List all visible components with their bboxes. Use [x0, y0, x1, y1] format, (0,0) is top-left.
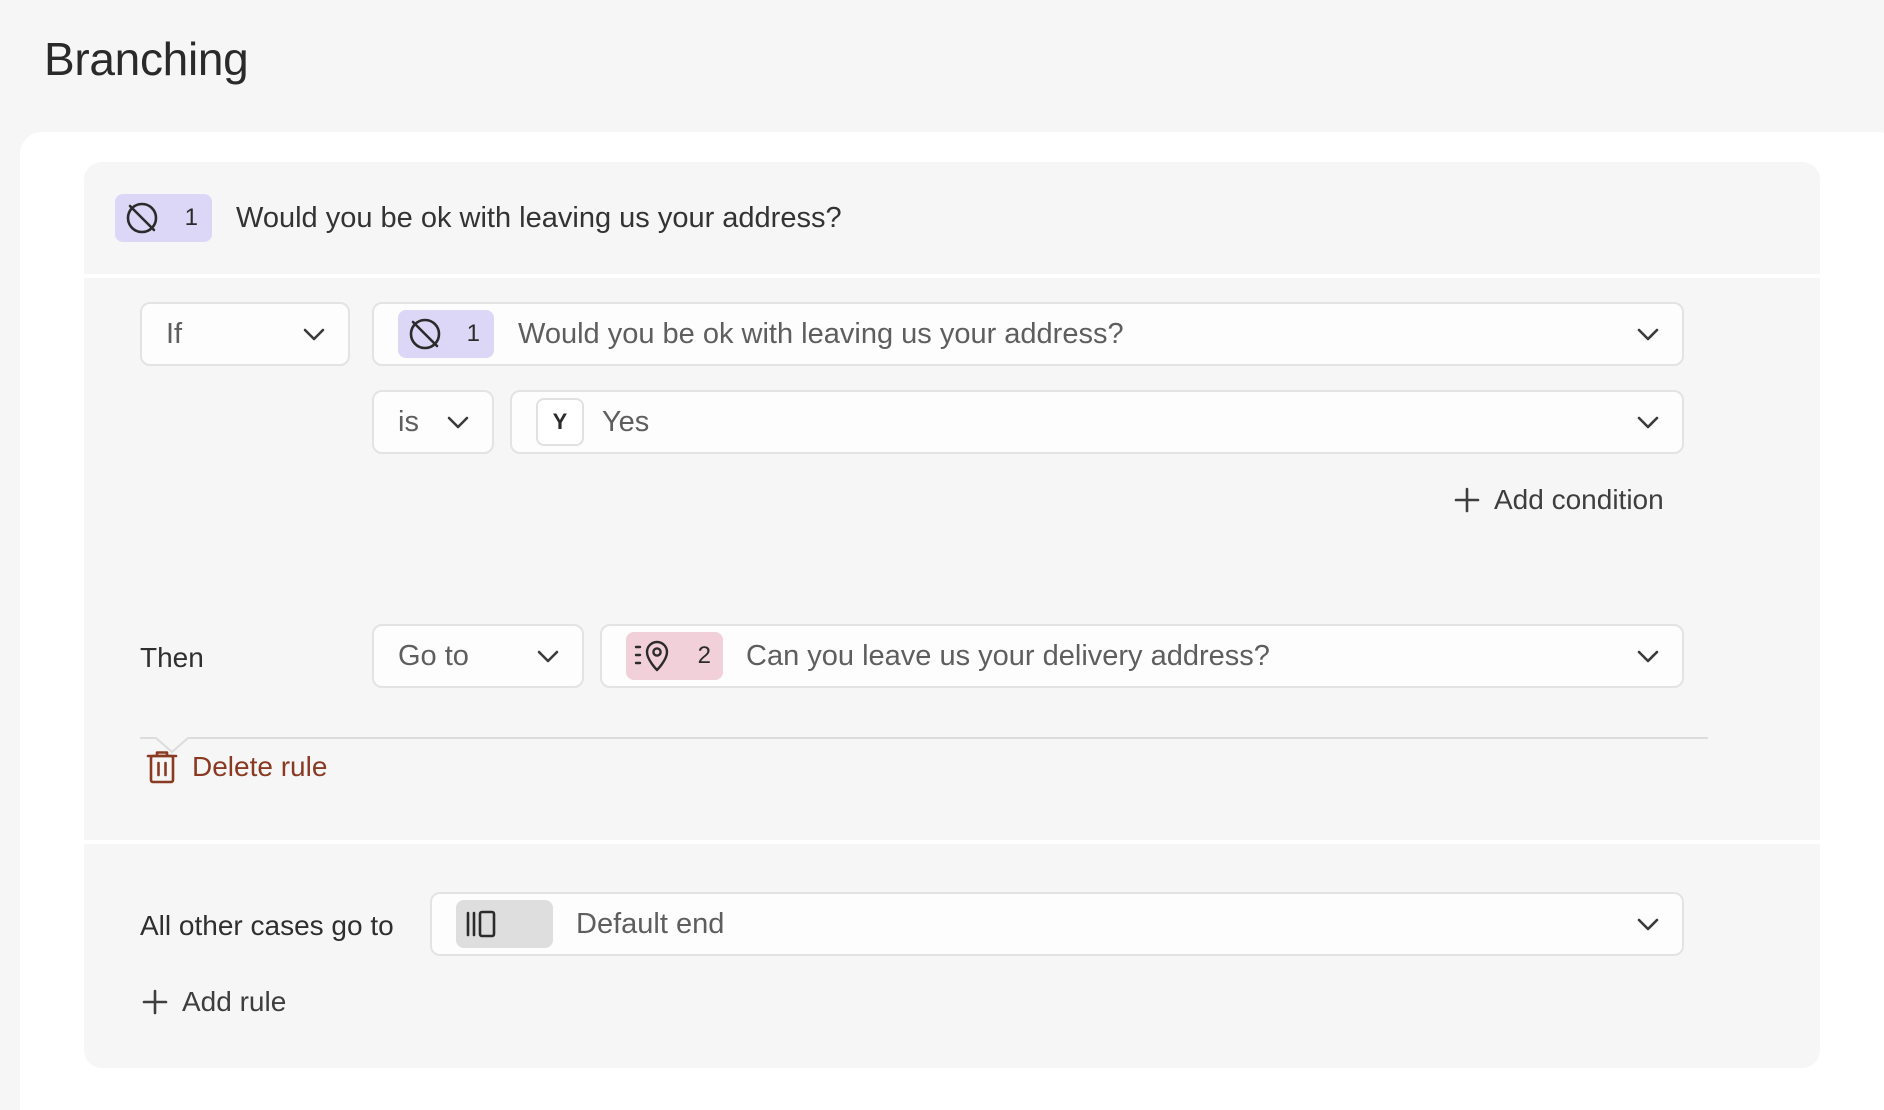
section-separator	[84, 840, 1820, 844]
if-select[interactable]: If	[140, 302, 350, 366]
trash-icon	[146, 751, 178, 784]
condition-question-select[interactable]: 1 Would you be ok with leaving us your a…	[372, 302, 1684, 366]
question-number: 1	[184, 204, 198, 231]
section-divider	[140, 737, 1708, 754]
condition-question-text: Would you be ok with leaving us your add…	[518, 317, 1124, 350]
action-select[interactable]: Go to	[372, 624, 584, 688]
add-condition-button[interactable]: Add condition	[1454, 484, 1664, 516]
action-label: Go to	[398, 639, 469, 672]
condition-question-number: 1	[466, 320, 480, 347]
plus-icon	[142, 989, 168, 1015]
chevron-down-icon	[1637, 918, 1659, 931]
condition-question-badge: 1	[398, 310, 494, 358]
add-rule-button[interactable]: Add rule	[142, 986, 286, 1018]
chevron-down-icon	[447, 416, 469, 429]
fallback-target-text: Default end	[576, 907, 725, 940]
location-pin-icon	[634, 640, 669, 672]
value-text: Yes	[602, 405, 650, 438]
circle-slash-icon	[126, 202, 158, 234]
chevron-down-icon	[303, 328, 325, 341]
page-title: Branching	[44, 33, 249, 85]
value-select[interactable]: Y Yes	[510, 390, 1684, 454]
delete-rule-button[interactable]: Delete rule	[146, 750, 327, 784]
target-question-badge: 2	[626, 632, 723, 680]
operator-label: is	[398, 405, 419, 438]
question-header: 1 Would you be ok with leaving us your a…	[84, 162, 1820, 274]
then-label: Then	[140, 642, 204, 673]
chevron-down-icon	[1637, 650, 1659, 663]
target-question-text: Can you leave us your delivery address?	[746, 639, 1270, 672]
fallback-target-select[interactable]: Default end	[430, 892, 1684, 956]
chevron-down-icon	[1637, 328, 1659, 341]
if-select-label: If	[166, 317, 183, 350]
add-rule-label: Add rule	[182, 986, 287, 1017]
chevron-down-icon	[537, 650, 559, 663]
question-badge: 1	[115, 194, 212, 242]
operator-select[interactable]: is	[372, 390, 494, 454]
choice-key-badge: Y	[536, 398, 584, 446]
chevron-down-icon	[1637, 416, 1659, 429]
plus-icon	[1454, 487, 1480, 513]
target-question-select[interactable]: 2 Can you leave us your delivery address…	[600, 624, 1684, 688]
end-screen-badge	[456, 900, 553, 948]
rule-panel: 1 Would you be ok with leaving us your a…	[84, 162, 1820, 1068]
section-separator	[84, 274, 1820, 278]
end-screen-icon	[466, 910, 496, 938]
delete-rule-label: Delete rule	[192, 751, 328, 782]
target-question-number: 2	[697, 642, 711, 669]
fallback-label: All other cases go to	[140, 910, 394, 941]
question-title: Would you be ok with leaving us your add…	[236, 202, 842, 234]
add-condition-label: Add condition	[1494, 484, 1664, 515]
circle-slash-icon	[409, 318, 441, 350]
